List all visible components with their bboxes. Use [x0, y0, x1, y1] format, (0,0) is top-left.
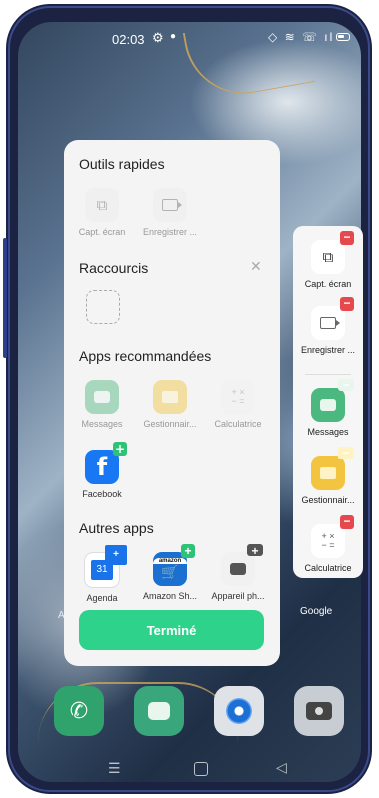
status-bar: 02:03 ⚙ ● ◇ ≋ ☏ ıl [18, 22, 361, 52]
remove-icon[interactable]: − [340, 297, 354, 311]
crop-icon: ⧉ − [311, 231, 354, 274]
tile-label: Facebook [82, 489, 122, 499]
navigation-bar: ☰ ◁ [18, 758, 361, 782]
recommended-app-calculator[interactable]: + × − = Calculatrice [206, 380, 270, 429]
strip-item-label: Calculatrice [304, 563, 352, 573]
tile-label: Messages [81, 419, 123, 429]
tile-label: Amazon Sh... [142, 591, 198, 601]
tile-label: Calculatrice [214, 419, 262, 429]
strip-item-label: Messages [307, 427, 349, 437]
section-title-shortcuts: Raccourcis [79, 260, 149, 276]
crop-icon: ⧉ [85, 188, 119, 222]
gear-icon: ⚙ [152, 30, 164, 45]
smart-sidebar-strip: ⧉ − Capt. écran − Enregistrer ... − Mess… [293, 226, 363, 578]
strip-item-screen-record[interactable]: − Enregistrer ... [293, 297, 363, 356]
strip-item-messages[interactable]: − Messages [293, 379, 363, 437]
camera-app-icon[interactable] [294, 686, 344, 736]
other-app-agenda[interactable]: 31 + Agenda [70, 545, 134, 603]
section-title-recommended: Apps recommandées [79, 348, 212, 364]
screen-record-icon [153, 188, 187, 222]
tile-label: Enregistrer ... [142, 227, 198, 237]
remove-icon[interactable]: − [340, 515, 354, 529]
facebook-letter: f [96, 453, 108, 481]
back-icon[interactable]: ◁ [276, 759, 287, 776]
calculator-icon: + × − = − [311, 515, 354, 558]
tile-label: Gestionnair... [143, 419, 197, 429]
tile-label: Capt. écran [78, 227, 126, 237]
remove-icon[interactable]: − [340, 231, 354, 245]
strip-item-label: Gestionnair... [301, 495, 355, 505]
remove-icon[interactable]: − [338, 447, 354, 460]
add-icon[interactable]: + [181, 544, 195, 558]
recommended-app-messages[interactable]: Messages [70, 380, 134, 429]
strip-item-label: Enregistrer ... [300, 345, 356, 355]
home-icon[interactable] [194, 762, 208, 776]
close-icon[interactable]: ✕ [250, 258, 262, 275]
messages-icon [85, 380, 119, 414]
quick-tool-screen-record[interactable]: Enregistrer ... [138, 188, 202, 237]
battery-icon [336, 33, 350, 41]
strip-item-screenshot[interactable]: ⧉ − Capt. écran [293, 231, 363, 289]
facebook-icon: f + [85, 442, 127, 484]
strip-item-calculator[interactable]: + × − = − Calculatrice [293, 515, 363, 573]
add-icon[interactable]: + [105, 545, 127, 565]
notification-dot-icon: ● [170, 31, 177, 42]
add-icon[interactable]: + [113, 442, 127, 456]
section-title-other-apps: Autres apps [79, 520, 154, 536]
quick-tool-screenshot[interactable]: ⧉ Capt. écran [70, 188, 134, 237]
google-folder-label: Google [300, 606, 333, 617]
phone-app-icon[interactable]: ✆ [54, 686, 104, 736]
screen-record-icon: − [311, 297, 354, 340]
file-manager-icon: − [311, 447, 354, 490]
done-button[interactable]: Terminé [79, 610, 264, 650]
section-title-quick-tools: Outils rapides [79, 156, 165, 172]
side-button [3, 238, 7, 358]
cart-icon: 🛒 [161, 563, 179, 580]
recommended-app-facebook[interactable]: f + Facebook [70, 442, 134, 499]
camera-icon: + [221, 544, 263, 586]
remove-icon[interactable]: − [338, 379, 354, 392]
strip-divider [305, 374, 351, 375]
strip-item-label: Capt. écran [304, 279, 352, 289]
tile-label: Appareil ph... [211, 591, 265, 601]
menu-icon[interactable]: ☰ [108, 760, 121, 777]
browser-app-icon[interactable] [214, 686, 264, 736]
add-icon[interactable]: + [247, 544, 263, 558]
other-app-amazon[interactable]: amazon 🛒 + Amazon Sh... [138, 544, 202, 601]
strip-item-file-manager[interactable]: − Gestionnair... [293, 447, 363, 506]
recommended-app-file-manager[interactable]: Gestionnair... [138, 380, 202, 429]
other-app-camera[interactable]: + Appareil ph... [206, 544, 270, 601]
messages-app-icon[interactable] [134, 686, 184, 736]
status-time: 02:03 [112, 32, 145, 47]
signal-icons: ◇ ≋ ☏ ıl [268, 30, 335, 44]
file-manager-icon [153, 380, 187, 414]
smart-sidebar-edit-panel: Outils rapides ⧉ Capt. écran Enregistrer… [64, 140, 280, 666]
empty-shortcut-slot[interactable] [86, 290, 120, 324]
calculator-icon: + × − = [221, 380, 255, 414]
messages-icon: − [311, 379, 354, 422]
tile-label: Agenda [86, 593, 118, 603]
amazon-icon: amazon 🛒 + [153, 544, 195, 586]
calendar-icon: 31 + [84, 545, 127, 588]
